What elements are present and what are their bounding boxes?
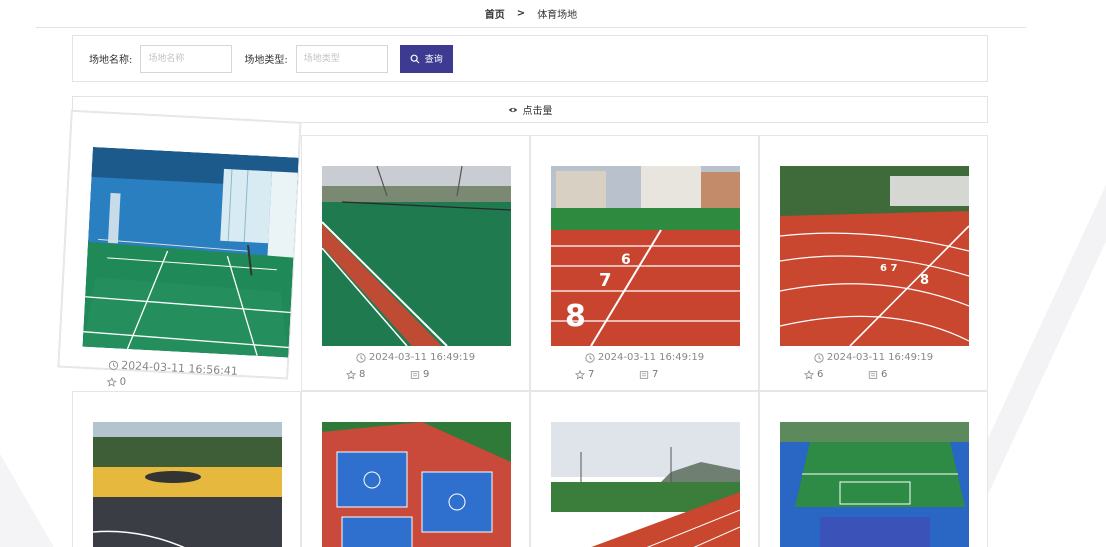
clock-icon — [585, 352, 595, 363]
venue-card[interactable] — [72, 391, 301, 547]
svg-text:6 7: 6 7 — [880, 263, 897, 274]
venue-likes-count: 0 — [119, 376, 127, 388]
venue-card[interactable]: 6 7 8 2024-03-11 16:49:19 7 7 — [530, 135, 759, 391]
clock-icon — [356, 352, 366, 363]
venue-time-text: 2024-03-11 16:49:19 — [368, 352, 476, 363]
svg-text:8: 8 — [565, 299, 586, 334]
venue-replies-count: 6 — [881, 369, 888, 380]
venue-photo[interactable] — [780, 422, 969, 547]
venue-photo[interactable] — [551, 422, 740, 547]
venue-card[interactable] — [759, 391, 988, 547]
search-button-label: 查询 — [424, 55, 443, 65]
star-icon — [106, 376, 117, 387]
comment-icon — [410, 370, 420, 379]
venue-card[interactable] — [301, 391, 530, 547]
star-icon — [346, 369, 356, 379]
venue-replies-count: 7 — [652, 369, 659, 380]
venue-likes: 7 — [575, 369, 594, 380]
eye-icon — [508, 107, 517, 112]
venue-card[interactable]: 2024-03-11 16:56:41 0 — [58, 110, 301, 388]
venue-type-input[interactable] — [295, 44, 388, 73]
svg-text:7: 7 — [599, 270, 612, 291]
venue-time-text: 2024-03-11 16:56:41 — [120, 358, 239, 378]
clock-icon — [108, 360, 118, 370]
venue-time: 2024-03-11 16:56:41 — [59, 356, 286, 381]
venue-replies: 6 — [868, 369, 887, 380]
venue-likes-count: 6 — [817, 369, 824, 380]
venue-likes-count: 8 — [359, 369, 366, 380]
breadcrumb-separator: > — [516, 8, 526, 19]
search-icon — [410, 54, 420, 63]
venue-type-label: 场地类型: — [244, 55, 288, 66]
venue-grid: 2024-03-11 16:56:41 0 2024-03-11 16:49:1… — [58, 110, 988, 547]
breadcrumb-current: 体育场地 — [537, 10, 578, 21]
clock-icon — [814, 352, 824, 363]
venue-name-input[interactable] — [140, 44, 233, 73]
sort-label: 点击量 — [522, 106, 553, 117]
venue-replies: 7 — [639, 369, 658, 380]
venue-name-label: 场地名称: — [89, 55, 133, 66]
background-decoration — [986, 0, 1106, 547]
venue-photo[interactable] — [322, 166, 511, 346]
svg-text:8: 8 — [920, 273, 929, 288]
star-icon — [575, 369, 585, 379]
venue-replies: 9 — [410, 369, 429, 380]
venue-time: 2024-03-11 16:49:19 — [302, 352, 529, 363]
venue-replies-count: 9 — [423, 369, 430, 380]
venue-photo[interactable] — [93, 422, 282, 547]
venue-likes: 6 — [804, 369, 823, 380]
comment-icon — [639, 370, 649, 379]
comment-icon — [868, 370, 878, 379]
search-button[interactable]: 查询 — [399, 44, 453, 73]
search-bar: 场地名称: 场地类型: 查询 — [72, 35, 988, 82]
venue-card[interactable]: 6 7 8 2024-03-11 16:49:19 6 6 — [759, 135, 988, 391]
venue-likes: 8 — [346, 369, 365, 380]
venue-photo[interactable] — [322, 422, 511, 547]
star-icon — [804, 369, 814, 379]
venue-card[interactable] — [530, 391, 759, 547]
venue-time-text: 2024-03-11 16:49:19 — [597, 352, 705, 363]
venue-time: 2024-03-11 16:49:19 — [531, 352, 758, 363]
venue-card[interactable]: 2024-03-11 16:49:19 8 9 — [301, 135, 530, 391]
venue-time: 2024-03-11 16:49:19 — [760, 352, 987, 363]
venue-likes-count: 7 — [588, 369, 595, 380]
venue-photo[interactable] — [82, 146, 299, 358]
venue-likes: 0 — [106, 376, 126, 388]
breadcrumb: 首页 > 体育场地 — [36, 0, 1026, 28]
svg-text:6: 6 — [621, 252, 631, 268]
venue-photo[interactable]: 6 7 8 — [780, 166, 969, 346]
venue-time-text: 2024-03-11 16:49:19 — [826, 352, 934, 363]
venue-photo[interactable]: 6 7 8 — [551, 166, 740, 346]
breadcrumb-home[interactable]: 首页 — [485, 6, 505, 21]
